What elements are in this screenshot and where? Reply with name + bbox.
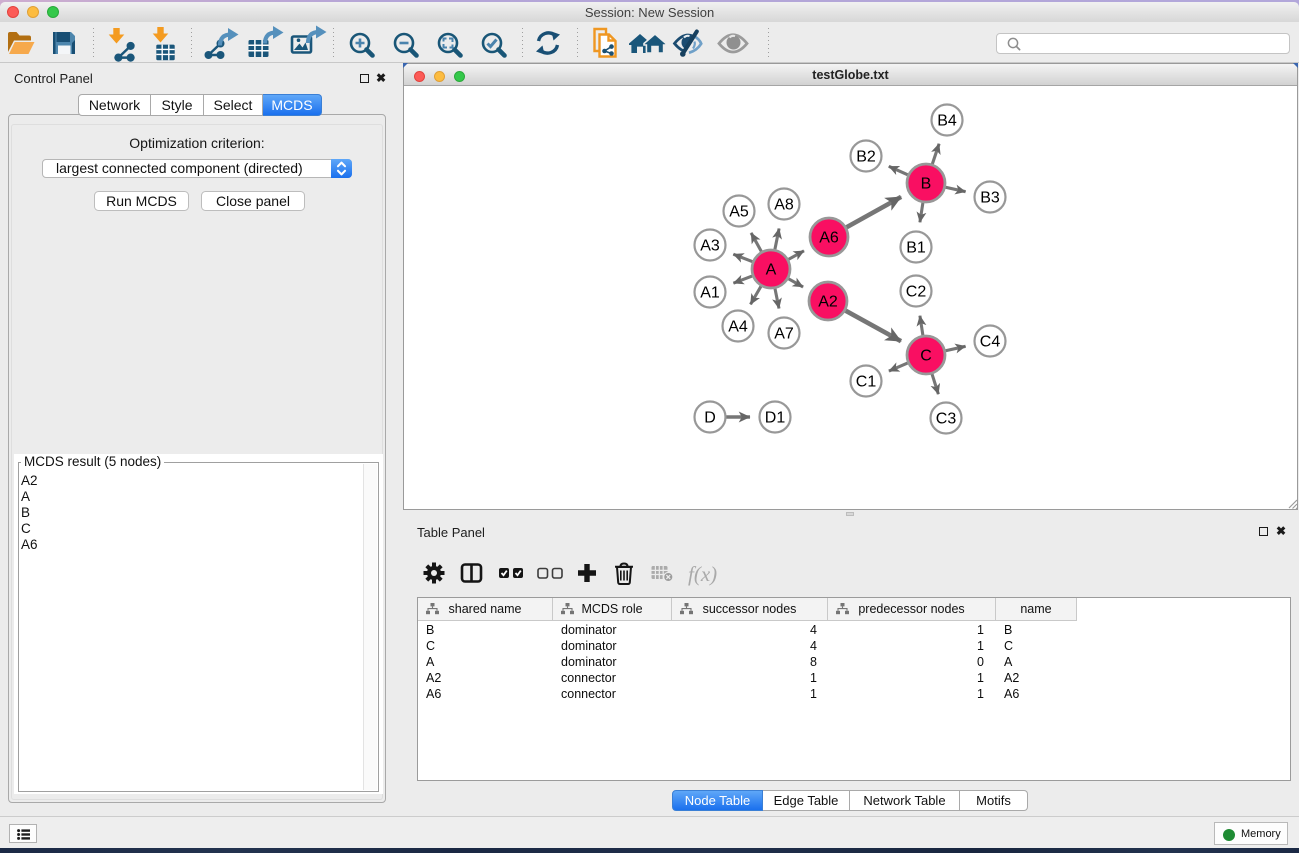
svg-text:A: A [766,262,777,279]
svg-text:A8: A8 [774,197,794,214]
svg-text:C2: C2 [906,284,927,301]
svg-text:D1: D1 [765,410,786,427]
svg-text:C4: C4 [980,334,1001,351]
svg-text:B3: B3 [980,190,1000,207]
svg-text:B: B [921,176,932,193]
svg-text:A3: A3 [700,238,720,255]
svg-text:f(x): f(x) [688,562,717,586]
svg-text:B2: B2 [856,149,876,166]
svg-text:D: D [704,410,716,427]
svg-text:C: C [920,348,932,365]
svg-text:B4: B4 [937,113,957,130]
svg-text:A5: A5 [729,204,749,221]
svg-text:A1: A1 [700,285,720,302]
svg-text:A7: A7 [774,326,794,343]
svg-text:A2: A2 [818,294,838,311]
svg-text:A4: A4 [728,319,748,336]
svg-text:A6: A6 [819,230,839,247]
svg-text:C1: C1 [856,374,877,391]
svg-text:C3: C3 [936,411,957,428]
svg-text:B1: B1 [906,240,926,257]
